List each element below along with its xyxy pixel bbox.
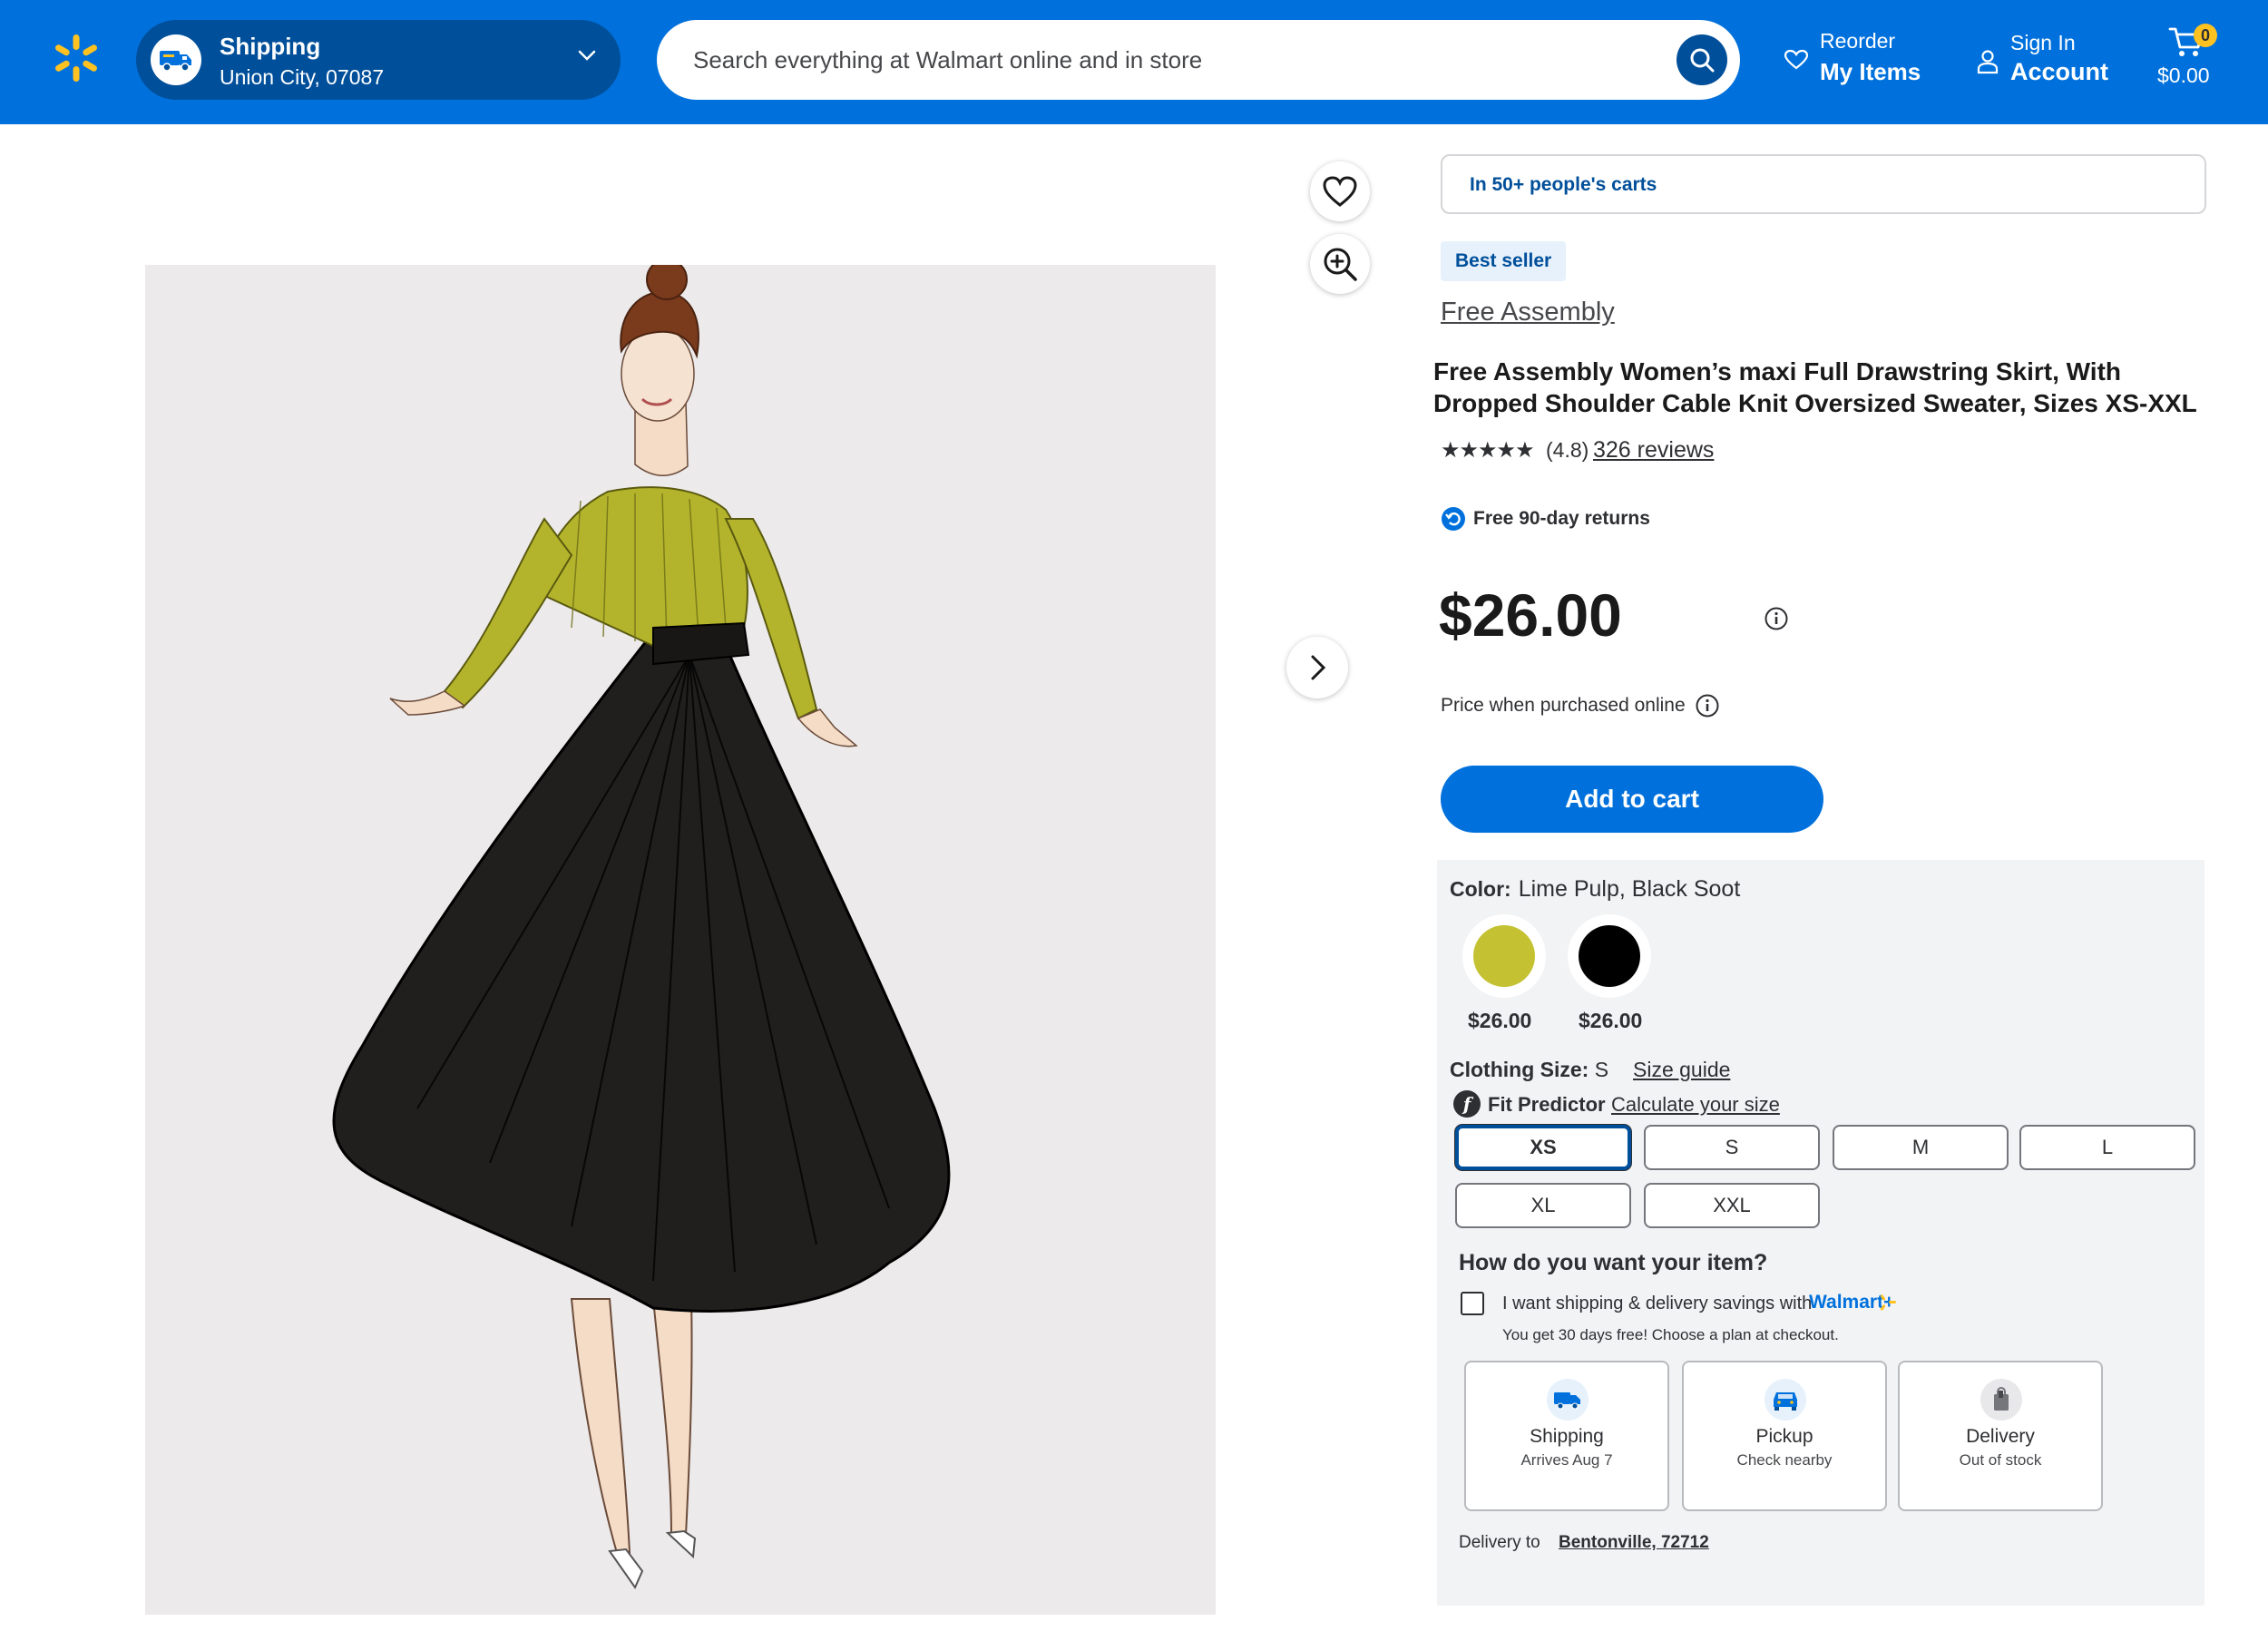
best-seller-badge: Best seller [1441, 241, 1567, 281]
reorder-label: Reorder [1820, 29, 1896, 53]
star-rating-icon: ★★★★★ [1441, 438, 1535, 463]
color-label: Color: Lime Pulp, Black Soot [1450, 876, 1740, 903]
fulfillment-option-delivery[interactable]: Delivery Out of stock [1898, 1361, 2103, 1511]
returns-icon [1442, 507, 1465, 531]
delivery-to-label: Delivery to [1459, 1533, 1540, 1552]
car-icon [1765, 1379, 1806, 1421]
clothing-size-label: Clothing Size: S [1450, 1058, 1608, 1082]
bag-icon [1980, 1379, 2022, 1421]
cart-button[interactable]: 0 $0.00 [2154, 22, 2223, 94]
add-to-favorites-button[interactable] [1310, 161, 1370, 221]
fulfillment-option-shipping[interactable]: Shipping Arrives Aug 7 [1464, 1361, 1669, 1511]
size-label-text: Clothing Size: [1450, 1058, 1589, 1081]
free-returns-text: Free 90-day returns [1473, 508, 1650, 529]
fulfillment-label: Shipping [1530, 1426, 1604, 1447]
zoom-image-button[interactable] [1310, 234, 1370, 294]
color-swatch-black-soot[interactable] [1568, 914, 1651, 998]
chevron-right-icon [1311, 655, 1326, 680]
truck-icon [1547, 1379, 1589, 1421]
my-items-label: My Items [1820, 58, 1921, 85]
swatch-color [1473, 925, 1535, 987]
fulfillment-label: Delivery [1966, 1426, 2035, 1447]
walmart-spark-icon [1880, 1294, 1896, 1311]
shipping-title: Shipping [220, 33, 321, 60]
fulfillment-label: Pickup [1755, 1426, 1813, 1447]
search-input[interactable] [693, 40, 1618, 80]
price-note: Price when purchased online [1441, 695, 1686, 716]
walmart-plus-subtext: You get 30 days free! Choose a plan at c… [1502, 1326, 1839, 1343]
fit-predictor-label: Fit Predictor [1488, 1093, 1606, 1116]
rating-score: (4.8) [1546, 438, 1589, 462]
next-image-button[interactable] [1286, 637, 1348, 698]
fit-predictor-icon: f [1453, 1090, 1481, 1118]
product-price: $26.00 [1439, 581, 1622, 649]
fulfillment-title: How do you want your item? [1459, 1250, 1768, 1275]
truck-icon [151, 34, 201, 85]
fulfillment-sub: Arrives Aug 7 [1520, 1451, 1613, 1469]
add-to-cart-button[interactable]: Add to cart [1441, 766, 1823, 833]
social-proof-banner: In 50+ people's carts [1441, 154, 2206, 214]
color-label-text: Color: [1450, 877, 1511, 901]
size-option-l[interactable]: L [2019, 1125, 2195, 1170]
size-option-s[interactable]: S [1644, 1125, 1820, 1170]
account-label: Account [2010, 58, 2108, 85]
zoom-in-icon [1324, 248, 1357, 281]
size-guide-link[interactable]: Size guide [1633, 1058, 1730, 1082]
top-nav-bar: Shipping Union City, 07087 Reorder My It… [0, 0, 2268, 124]
shipping-location: Union City, 07087 [220, 65, 385, 89]
cart-total: $0.00 [2157, 63, 2210, 87]
product-main-image[interactable] [145, 265, 1216, 1615]
heart-icon [1784, 49, 1809, 70]
shipping-location-selector[interactable]: Shipping Union City, 07087 [136, 20, 621, 100]
size-option-xl[interactable]: XL [1455, 1183, 1631, 1228]
size-option-m[interactable]: M [1833, 1125, 2009, 1170]
walmart-spark-logo[interactable] [51, 33, 102, 83]
search-bar [657, 20, 1740, 100]
delivery-location-link[interactable]: Bentonville, 72712 [1559, 1533, 1709, 1553]
size-option-xs[interactable]: XS [1455, 1125, 1631, 1170]
color-swatch-lime-pulp[interactable] [1462, 914, 1546, 998]
search-button[interactable] [1677, 34, 1727, 85]
fashion-illustration [332, 265, 951, 1590]
social-proof-text: In 50+ people's carts [1470, 174, 1657, 195]
heart-icon [1323, 176, 1357, 207]
fulfillment-option-pickup[interactable]: Pickup Check nearby [1682, 1361, 1887, 1511]
chevron-down-icon [578, 50, 596, 61]
color-value: Lime Pulp, Black Soot [1518, 876, 1741, 902]
product-title: Free Assembly Women’s maxi Full Drawstri… [1433, 357, 2197, 417]
calculate-size-link[interactable]: Calculate your size [1611, 1093, 1780, 1117]
walmart-plus-checkbox[interactable] [1461, 1292, 1484, 1315]
walmart-plus-text: I want shipping & delivery savings with [1502, 1294, 1813, 1313]
fulfillment-sub: Out of stock [1959, 1451, 2042, 1469]
search-icon [1690, 48, 1715, 73]
swatch-color [1579, 925, 1640, 987]
info-icon[interactable] [1695, 693, 1720, 718]
brand-link[interactable]: Free Assembly [1441, 298, 1615, 327]
swatch-price: $26.00 [1579, 1009, 1643, 1032]
size-value: S [1594, 1058, 1609, 1081]
size-option-xxl[interactable]: XXL [1644, 1183, 1820, 1228]
swatch-price: $26.00 [1468, 1009, 1532, 1032]
reviews-link[interactable]: 326 reviews [1593, 437, 1714, 464]
fulfillment-sub: Check nearby [1736, 1451, 1833, 1469]
user-icon [1977, 50, 1999, 74]
sign-in-label: Sign In [2010, 31, 2076, 54]
cart-count-badge: 0 [2194, 24, 2217, 47]
info-icon[interactable] [1764, 606, 1789, 631]
